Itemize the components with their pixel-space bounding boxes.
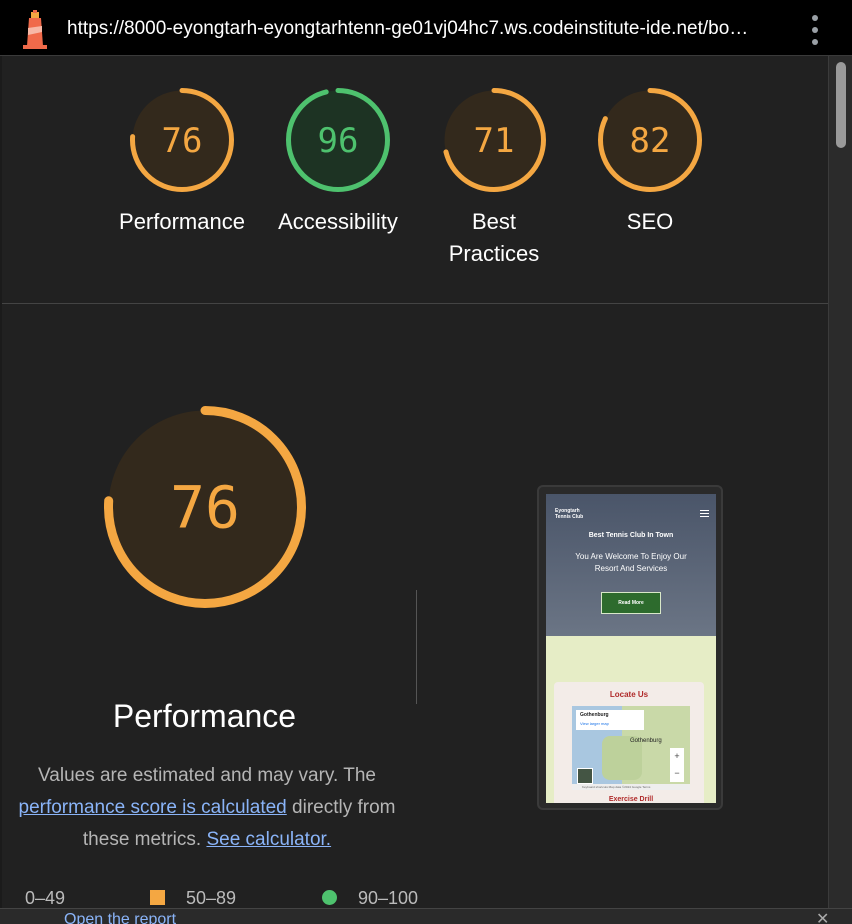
locate-title: Locate Us <box>609 690 649 699</box>
url-text[interactable]: https://8000-eyongtarh-eyongtarhtenn-ge0… <box>67 18 748 40</box>
see-calculator-link[interactable]: See calculator. <box>206 829 331 850</box>
summary-gauge-3-score: 82 <box>630 121 671 161</box>
site-name-line2: Tennis Club <box>555 514 584 520</box>
gauge-ring: 76 <box>130 88 234 192</box>
bottom-link[interactable]: Open the report <box>64 911 176 924</box>
scrollbar[interactable] <box>828 56 852 924</box>
report-frame: 76 Performance 96 Accessibility 71 Best Pract… <box>2 56 828 924</box>
gauge-label: Performance <box>119 209 245 234</box>
gauge-ring: 82 <box>598 88 702 192</box>
screenshot-screen: Eyongtarh Tennis Club Best Tennis Club I… <box>546 494 716 803</box>
average-square-icon <box>150 890 165 905</box>
performance-gauge: 76 <box>104 406 306 608</box>
gauge-ring: 96 <box>286 88 390 192</box>
read-more-button: Read More <box>601 592 661 614</box>
hamburger-icon <box>700 510 709 517</box>
more-menu-icon[interactable] <box>808 15 822 45</box>
close-icon[interactable]: ✕ <box>816 909 829 924</box>
gauge-ring: 71 <box>442 88 546 192</box>
gauge-label: Best Practices <box>448 209 540 266</box>
exercise-title: Exercise Drill <box>608 796 654 803</box>
legend-pass: 90–100 <box>358 888 419 908</box>
gauge-best-practices[interactable]: 71 Best Practices <box>414 86 574 306</box>
summary-gauge-1-score: 96 <box>318 121 359 161</box>
map-zoom-controls: + − <box>670 748 684 782</box>
legend-average: 50–89 <box>186 888 237 908</box>
map-link: View larger map <box>580 721 609 726</box>
map-info-box: Gothenburg View larger map <box>576 710 644 730</box>
divider <box>416 590 417 704</box>
score-summary: 76 Performance 96 Accessibility 71 Best Pract… <box>2 56 828 304</box>
scrollbar-thumb[interactable] <box>836 62 846 148</box>
hero-title: Best Tennis Club In Town <box>588 532 674 539</box>
map-place: Gothenburg <box>580 712 609 718</box>
performance-title: Performance <box>112 698 297 734</box>
performance-description: Values are estimated and may vary. The p… <box>2 760 412 856</box>
gauge-label: Accessibility <box>278 209 398 234</box>
url-bar: https://8000-eyongtarh-eyongtarhtenn-ge0… <box>0 0 852 56</box>
summary-gauge-2-score: 71 <box>474 121 515 161</box>
desc-text: Values are estimated and may vary. The <box>38 765 376 786</box>
legend-fail: 0–49 <box>25 888 66 908</box>
gauge-label: SEO <box>626 209 674 234</box>
hero-subtitle: You Are Welcome To Enjoy Our Resort And … <box>575 552 687 573</box>
site-name: Eyongtarh Tennis Club <box>555 508 583 520</box>
bottom-bar: Open the report ✕ <box>0 908 852 924</box>
map-layer-thumb <box>577 768 593 784</box>
map-footer: Keyboard shortcuts Map data ©2024 Google… <box>572 784 690 790</box>
gauge-seo[interactable]: 82 SEO <box>570 86 730 306</box>
page-screenshot[interactable]: Eyongtarh Tennis Club Best Tennis Club I… <box>537 485 723 810</box>
gauge-accessibility[interactable]: 96 Accessibility <box>258 86 418 306</box>
lighthouse-logo-icon <box>23 10 47 49</box>
locate-card: Locate Us Gothenburg View larger map Got… <box>554 682 704 803</box>
gauge-performance[interactable]: 76 Performance <box>102 86 262 306</box>
pass-circle-icon <box>322 890 337 905</box>
score-calculated-link[interactable]: performance score is calculated <box>19 797 287 818</box>
summary-gauge-0-score: 76 <box>162 121 203 161</box>
map: Gothenburg View larger map Gothenburg + −… <box>572 706 690 790</box>
map-city: Gothenburg <box>630 738 662 744</box>
performance-gauge-score: 76 <box>170 473 240 541</box>
hero-section: Eyongtarh Tennis Club Best Tennis Club I… <box>546 494 716 636</box>
